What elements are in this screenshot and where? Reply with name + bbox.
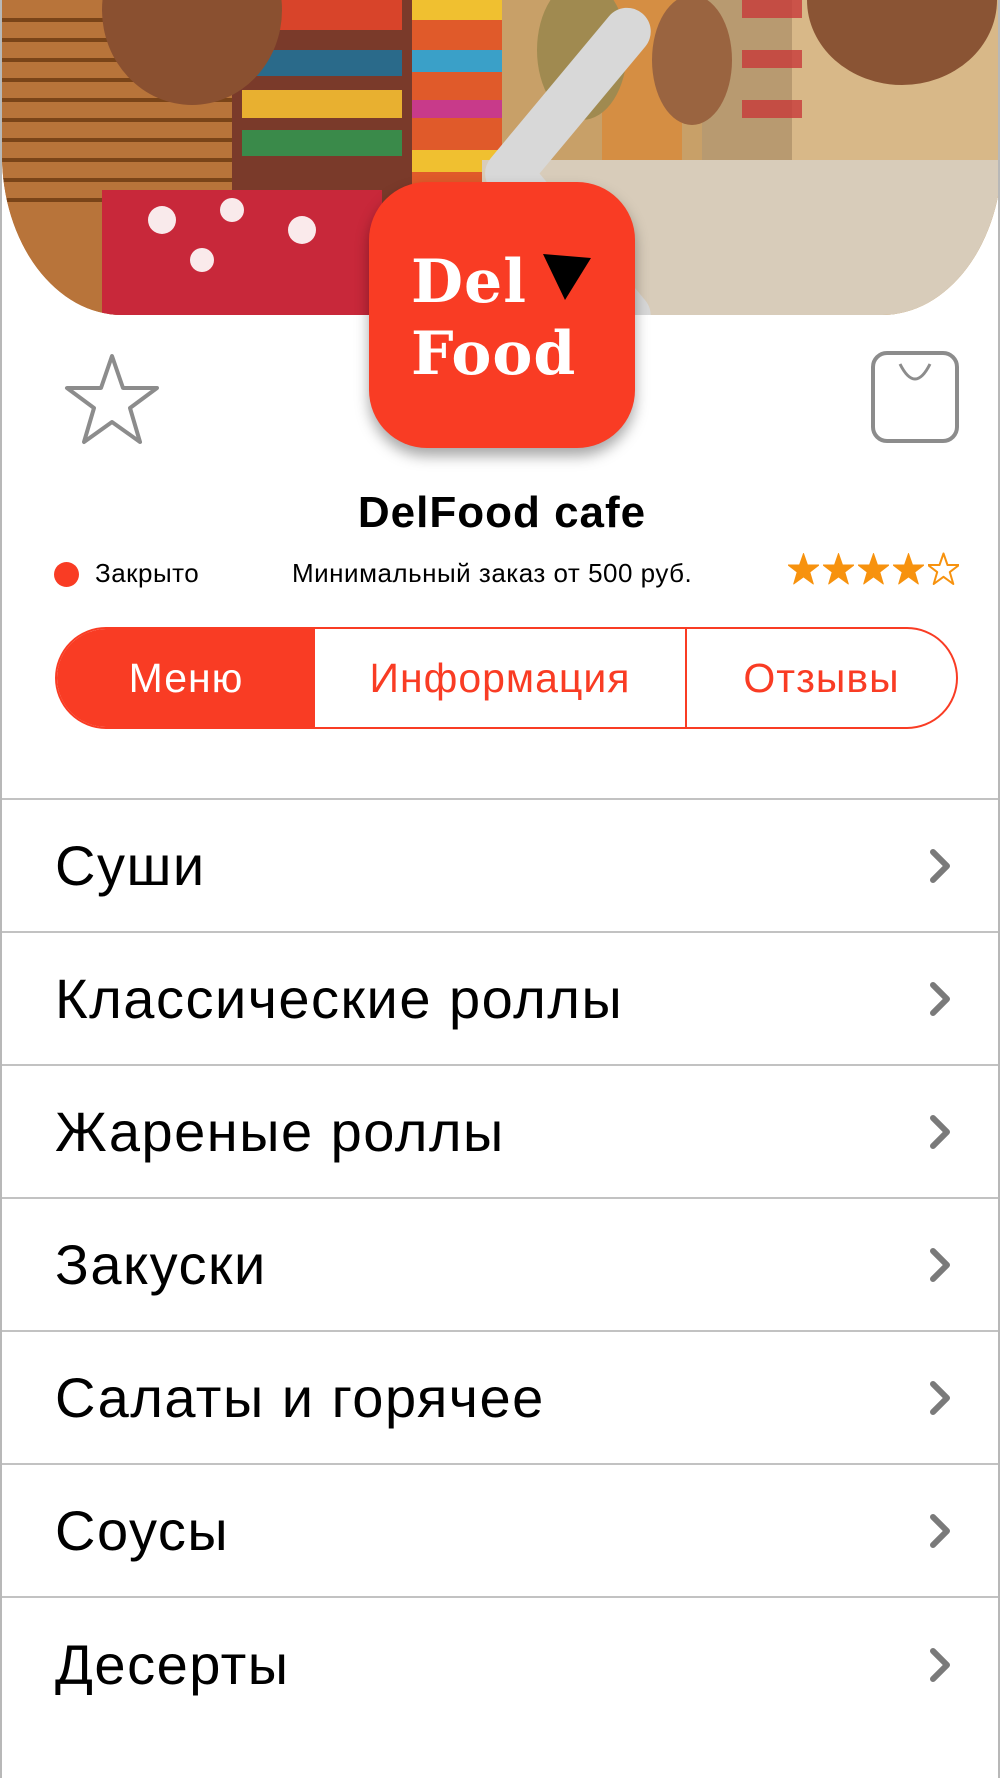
menu-category-label: Классические роллы	[55, 967, 624, 1030]
shopping-bag-icon	[871, 351, 959, 443]
menu-category-list: Суши Классические роллы Жареные роллы За…	[2, 798, 998, 1731]
menu-category-item[interactable]: Салаты и горячее	[2, 1332, 998, 1465]
rating-stars	[788, 552, 959, 588]
star-outline-icon	[65, 354, 159, 444]
tab-reviews[interactable]: Отзывы	[687, 629, 956, 727]
min-order-text: Минимальный заказ от 500 руб.	[292, 558, 693, 588]
restaurant-screen: Del Food DelFood cafe Закрыто Минимальны…	[0, 0, 1000, 1778]
menu-category-label: Салаты и горячее	[55, 1366, 545, 1429]
menu-category-label: Суши	[55, 834, 206, 897]
menu-category-label: Соусы	[55, 1499, 230, 1562]
star-filled-icon	[788, 553, 819, 585]
chevron-right-icon	[930, 1247, 950, 1282]
favorite-button[interactable]	[64, 352, 160, 448]
menu-category-item[interactable]: Закуски	[2, 1199, 998, 1332]
menu-category-item[interactable]: Классические роллы	[2, 933, 998, 1066]
tab-bar: Меню Информация Отзывы	[55, 627, 958, 729]
menu-category-label: Десерты	[55, 1633, 290, 1696]
chevron-right-icon	[930, 1380, 950, 1415]
menu-category-item[interactable]: Суши	[2, 800, 998, 933]
logo-text-del: Del	[411, 247, 527, 317]
menu-category-item[interactable]: Жареные роллы	[2, 1066, 998, 1199]
menu-category-label: Жареные роллы	[55, 1100, 505, 1163]
cursor-arrow-icon	[543, 254, 591, 300]
tab-information[interactable]: Информация	[315, 629, 687, 727]
chevron-right-icon	[930, 1513, 950, 1548]
menu-category-item[interactable]: Десерты	[2, 1598, 998, 1731]
chevron-right-icon	[930, 848, 950, 883]
star-filled-icon	[858, 553, 889, 585]
star-filled-icon	[893, 553, 924, 585]
chevron-right-icon	[930, 981, 950, 1016]
star-empty-icon	[928, 552, 959, 585]
chevron-right-icon	[930, 1647, 950, 1682]
chevron-right-icon	[930, 1114, 950, 1149]
back-button[interactable]	[62, 0, 651, 315]
menu-category-label: Закуски	[55, 1233, 267, 1296]
menu-category-item[interactable]: Соусы	[2, 1465, 998, 1598]
cart-button[interactable]	[870, 350, 960, 444]
restaurant-logo: Del Food	[369, 182, 635, 448]
status-indicator	[54, 562, 79, 587]
logo-text-food: Food	[411, 319, 577, 389]
status-text: Закрыто	[95, 558, 200, 588]
star-filled-icon	[823, 553, 854, 585]
restaurant-name: DelFood cafe	[357, 488, 647, 537]
tab-menu[interactable]: Меню	[57, 629, 315, 727]
